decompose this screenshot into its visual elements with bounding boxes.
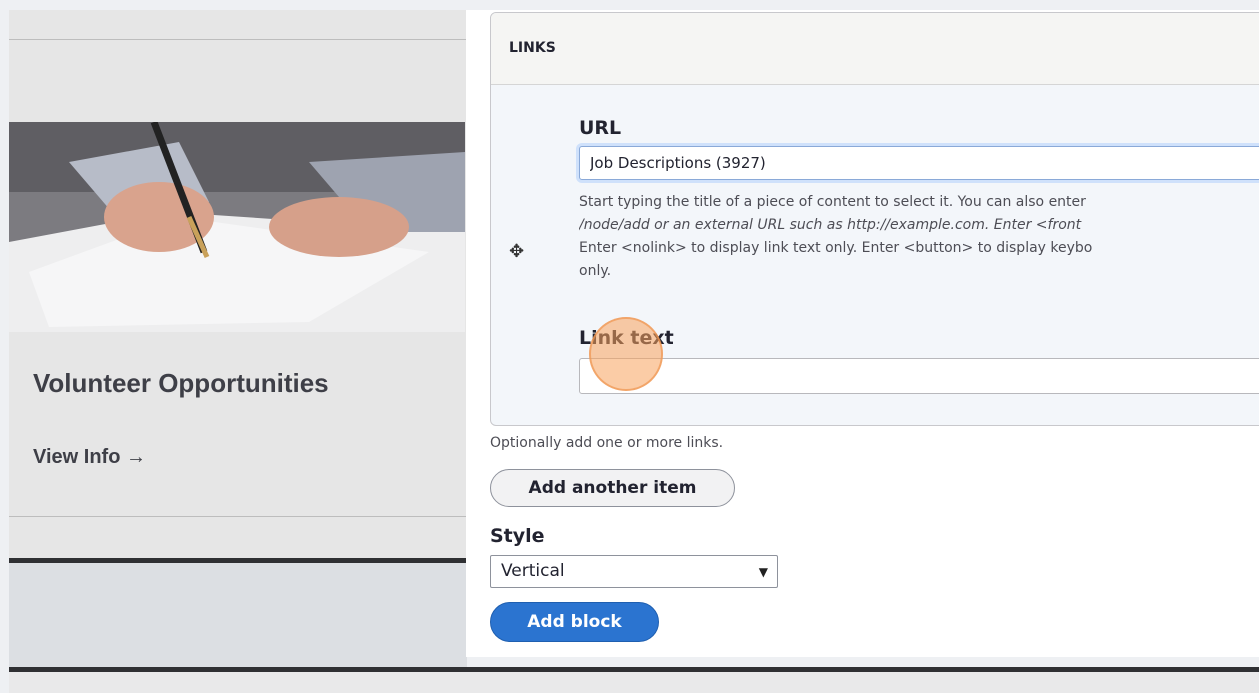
footer-background (9, 672, 1259, 693)
description-line: /node/add or an external URL such as htt… (579, 217, 1082, 233)
style-select[interactable]: Vertical ▼ (490, 555, 778, 588)
page-preview: Volunteer Opportunities View Info → (9, 10, 467, 693)
style-label: Style (490, 525, 545, 547)
description-line: Start typing the title of a piece of con… (579, 194, 1086, 210)
add-another-item-button[interactable]: Add another item (490, 469, 735, 507)
divider (9, 39, 467, 40)
style-select-value: Vertical (501, 561, 565, 581)
links-help-text: Optionally add one or more links. (490, 435, 724, 451)
drag-handle-icon[interactable]: ✥ (509, 241, 524, 262)
view-info-link[interactable]: View Info → (33, 446, 146, 469)
link-text-input[interactable] (579, 358, 1259, 394)
card-image (9, 122, 465, 332)
description-line: only. (579, 263, 612, 279)
chevron-down-icon: ▼ (758, 565, 768, 579)
url-label: URL (579, 117, 622, 139)
hand-writing-illustration (9, 122, 465, 332)
link-text-label: Link text (579, 327, 674, 349)
url-description: Start typing the title of a piece of con… (579, 191, 1259, 283)
card-title: Volunteer Opportunities (33, 368, 329, 398)
links-legend: LINKS (491, 13, 1259, 85)
description-line: Enter <nolink> to display link text only… (579, 240, 1093, 256)
links-legend-label: LINKS (509, 40, 556, 56)
add-block-button[interactable]: Add block (490, 602, 659, 642)
divider (9, 516, 467, 517)
block-form: LINKS ✥ URL Start typing the title of a … (466, 10, 1259, 657)
links-fieldset: LINKS ✥ URL Start typing the title of a … (490, 12, 1259, 426)
url-input[interactable] (579, 146, 1259, 180)
